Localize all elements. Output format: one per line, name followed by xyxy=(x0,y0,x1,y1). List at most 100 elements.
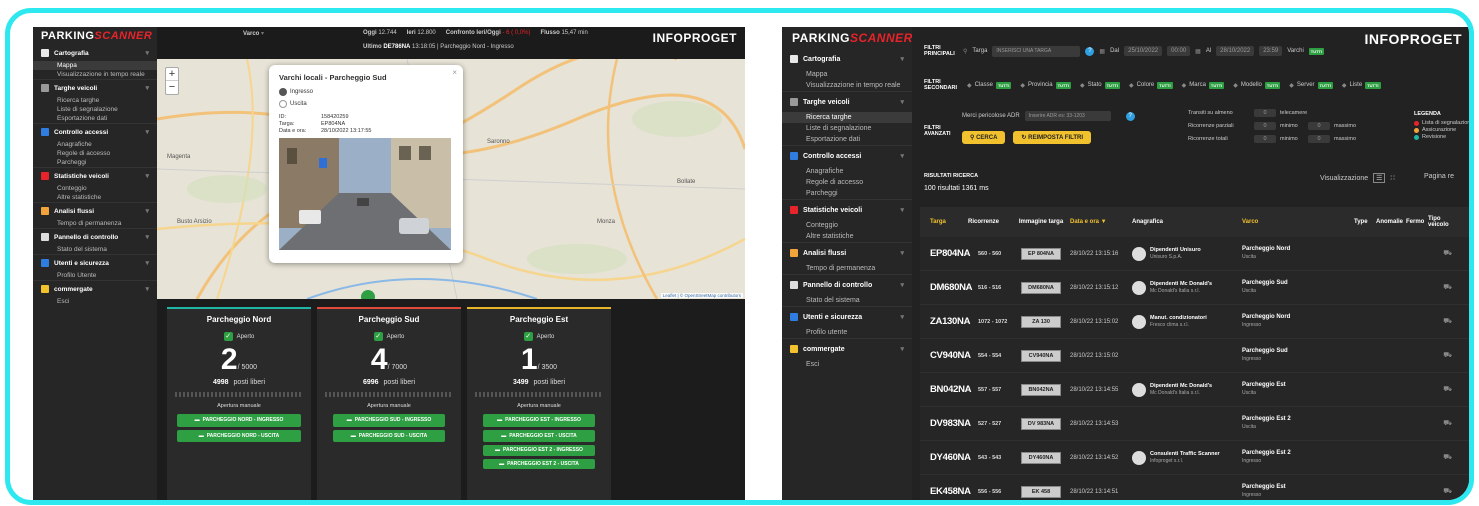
sidebar-section-targhe-veicoli[interactable]: Targhe veicoli ▾ xyxy=(33,79,157,96)
sidebar-item[interactable]: Altre statistiche xyxy=(782,231,912,242)
sidebar-section-pannello-di-controllo[interactable]: Pannello di controllo ▾ xyxy=(782,274,912,295)
filter-tag[interactable]: TUTTI xyxy=(1208,81,1225,89)
sidebar-item[interactable]: Ricerca targhe xyxy=(782,112,912,123)
sidebar-item[interactable]: Stato del sistema xyxy=(33,245,157,254)
sidebar-item[interactable]: Liste di segnalazione xyxy=(782,123,912,134)
table-row[interactable]: DY460NA 543 - 543 DY460NA 28/10/22 13:14:52… xyxy=(920,441,1469,475)
sidebar-item[interactable]: Anagrafiche xyxy=(33,140,157,149)
popup-close-icon[interactable]: × xyxy=(452,68,457,77)
sidebar-item[interactable]: Tempo di permanenza xyxy=(782,263,912,274)
filter-server[interactable]: ◆ Server TUTTI xyxy=(1289,81,1333,89)
sidebar-item[interactable]: Visualizzazione in tempo reale xyxy=(33,70,157,79)
sidebar-section-pannello-di-controllo[interactable]: Pannello di controllo ▾ xyxy=(33,228,157,245)
gate-open-button[interactable]: ▬ PARCHEGGIO NORD - INGRESSO xyxy=(177,414,301,427)
filter-colore[interactable]: ◆ Colore TUTTI xyxy=(1129,81,1173,89)
total-max-input[interactable]: 0 xyxy=(1308,135,1330,143)
sidebar-section-statistiche-veicoli[interactable]: Statistiche veicoli ▾ xyxy=(782,199,912,220)
dal-date-input[interactable]: 25/10/2022 xyxy=(1124,46,1163,56)
sidebar-item[interactable]: Liste di segnalazione xyxy=(33,105,157,114)
map-view[interactable]: Monza Busto Arsizio Saronno Magenta Boll… xyxy=(157,59,745,299)
sidebar-section-controllo-accessi[interactable]: Controllo accessi ▾ xyxy=(782,145,912,166)
column-header[interactable]: Data e ora ▼ xyxy=(1070,219,1132,225)
partial-max-input[interactable]: 0 xyxy=(1308,122,1330,130)
table-row[interactable]: EP804NA 560 - 560 EP 804NA 28/10/22 13:15:1… xyxy=(920,237,1469,271)
adr-input[interactable]: Inserire ADR es: 33-1203 xyxy=(1024,111,1111,121)
reset-filters-button[interactable]: ↻ REIMPOSTA FILTRI xyxy=(1013,131,1091,144)
filter-tag[interactable]: TUTTI xyxy=(1365,81,1381,89)
al-date-input[interactable]: 28/10/2022 xyxy=(1216,46,1255,56)
sidebar-item[interactable]: Ricerca targhe xyxy=(33,96,157,105)
table-row[interactable]: ZA130NA 1072 - 1072 ZA 130 28/10/22 13:15:0… xyxy=(920,305,1469,339)
sidebar-section-cartografia[interactable]: Cartografia ▾ xyxy=(33,45,157,61)
dal-time-input[interactable]: 00:00 xyxy=(1167,46,1191,56)
sidebar-item[interactable]: Regole di accesso xyxy=(33,149,157,158)
filter-provincia[interactable]: ◆ Provincia TUTTI xyxy=(1020,81,1071,89)
al-time-input[interactable]: 23:59 xyxy=(1259,46,1283,56)
sidebar-section-commergate[interactable]: commergate ▾ xyxy=(782,338,912,359)
sidebar-item[interactable]: Conteggio xyxy=(33,184,157,193)
zoom-out-button[interactable]: − xyxy=(166,81,178,94)
sidebar-item[interactable]: Tempo di permanenza xyxy=(33,219,157,228)
gate-open-button[interactable]: ▬ PARCHEGGIO NORD - USCITA xyxy=(177,429,301,442)
help-icon[interactable]: ? xyxy=(1085,46,1095,56)
sidebar-item[interactable]: Profilo Utente xyxy=(33,271,157,280)
column-header[interactable]: Targa xyxy=(920,219,968,225)
sidebar-item[interactable]: Esportazione dati xyxy=(782,134,912,145)
table-row[interactable]: DV983NA 527 - 527 DV 983NA 28/10/22 13:14:5… xyxy=(920,407,1469,441)
filter-modello[interactable]: ◆ Modello TUTTI xyxy=(1233,81,1281,89)
search-button[interactable]: ⚲ CERCA xyxy=(962,131,1006,144)
sidebar-item[interactable]: Esci xyxy=(33,297,157,306)
sidebar-item[interactable]: Parcheggi xyxy=(33,158,157,167)
sidebar-section-commergate[interactable]: commergate ▾ xyxy=(33,280,157,297)
grid-view-icon[interactable]: ∷ xyxy=(1390,174,1394,182)
sidebar-item[interactable]: Visualizzazione in tempo reale xyxy=(782,80,912,91)
gate-open-button[interactable]: ▬ PARCHEGGIO EST - INGRESSO xyxy=(483,414,595,427)
targa-input[interactable]: INSERISCI UNA TARGA xyxy=(992,45,1081,57)
option-uscita[interactable]: Uscita xyxy=(279,100,453,108)
filter-tag[interactable]: TUTTI xyxy=(1264,81,1281,89)
table-row[interactable]: CV940NA 554 - 554 CV940NA 28/10/22 13:15:02… xyxy=(920,339,1469,373)
filter-stato[interactable]: ◆ Stato TUTTI xyxy=(1080,81,1120,89)
filter-tag[interactable]: TUTTI xyxy=(1055,81,1071,89)
filter-tag[interactable]: TUTTI xyxy=(1157,81,1173,89)
list-view-icon[interactable]: ☰ xyxy=(1373,173,1386,183)
varchi-tag[interactable]: TUTTI xyxy=(1308,47,1325,55)
sidebar-item[interactable]: Esportazione dati xyxy=(33,114,157,123)
sidebar-item[interactable]: Profilo utente xyxy=(782,327,912,338)
gate-open-button[interactable]: ▬ PARCHEGGIO SUD - INGRESSO xyxy=(333,414,445,427)
gate-open-button[interactable]: ▬ PARCHEGGIO EST 2 - USCITA xyxy=(483,458,595,469)
sidebar-item[interactable]: Mappa xyxy=(782,69,912,80)
sidebar-item[interactable]: Stato del sistema xyxy=(782,295,912,306)
transit-input[interactable]: 0 xyxy=(1254,109,1276,117)
sidebar-section-controllo-accessi[interactable]: Controllo accessi ▾ xyxy=(33,123,157,140)
table-row[interactable]: DM680NA 516 - 516 DM680NA 28/10/22 13:15:12… xyxy=(920,271,1469,305)
sidebar-item[interactable]: Conteggio xyxy=(782,220,912,231)
sidebar-item[interactable]: Anagrafiche xyxy=(782,166,912,177)
filter-tag[interactable]: TUTTI xyxy=(1104,81,1120,89)
sidebar-item[interactable]: Altre statistiche xyxy=(33,193,157,202)
sidebar-section-statistiche-veicoli[interactable]: Statistiche veicoli ▾ xyxy=(33,167,157,184)
sidebar-section-cartografia[interactable]: Cartografia ▾ xyxy=(782,49,912,69)
sidebar-section-utenti-e-sicurezza[interactable]: Utenti e sicurezza ▾ xyxy=(33,254,157,271)
filter-liste[interactable]: ◆ Liste TUTTI xyxy=(1342,81,1381,89)
filter-tag[interactable]: TUTTI xyxy=(995,81,1012,89)
gate-open-button[interactable]: ▬ PARCHEGGIO EST - USCITA xyxy=(483,429,595,442)
gate-open-button[interactable]: ▬ PARCHEGGIO EST 2 - INGRESSO xyxy=(483,445,595,456)
table-row[interactable]: BN042NA 557 - 557 BN042NA 28/10/22 13:14:55… xyxy=(920,373,1469,407)
gate-open-button[interactable]: ▬ PARCHEGGIO SUD - USCITA xyxy=(333,429,445,442)
sidebar-item[interactable]: Mappa xyxy=(33,61,157,70)
sidebar-section-utenti-e-sicurezza[interactable]: Utenti e sicurezza ▾ xyxy=(782,306,912,327)
table-row[interactable]: EK458NA 556 - 556 EK 458 28/10/22 13:14:51 P… xyxy=(920,475,1469,500)
sidebar-section-analisi-flussi[interactable]: Analisi flussi ▾ xyxy=(33,202,157,219)
sidebar-section-targhe-veicoli[interactable]: Targhe veicoli ▾ xyxy=(782,91,912,112)
filter-marca[interactable]: ◆ Marca TUTTI xyxy=(1182,81,1225,89)
help-icon[interactable]: ? xyxy=(1125,111,1135,121)
partial-min-input[interactable]: 0 xyxy=(1254,122,1276,130)
sidebar-item[interactable]: Regole di accesso xyxy=(782,177,912,188)
total-min-input[interactable]: 0 xyxy=(1254,135,1276,143)
zoom-in-button[interactable]: + xyxy=(166,68,178,81)
filter-tag[interactable]: TUTTI xyxy=(1317,81,1333,89)
map-attribution[interactable]: Leaflet | © OpenStreetMap contributors xyxy=(660,293,743,298)
sidebar-item[interactable]: Esci xyxy=(782,359,912,370)
option-ingresso[interactable]: Ingresso xyxy=(279,88,453,96)
